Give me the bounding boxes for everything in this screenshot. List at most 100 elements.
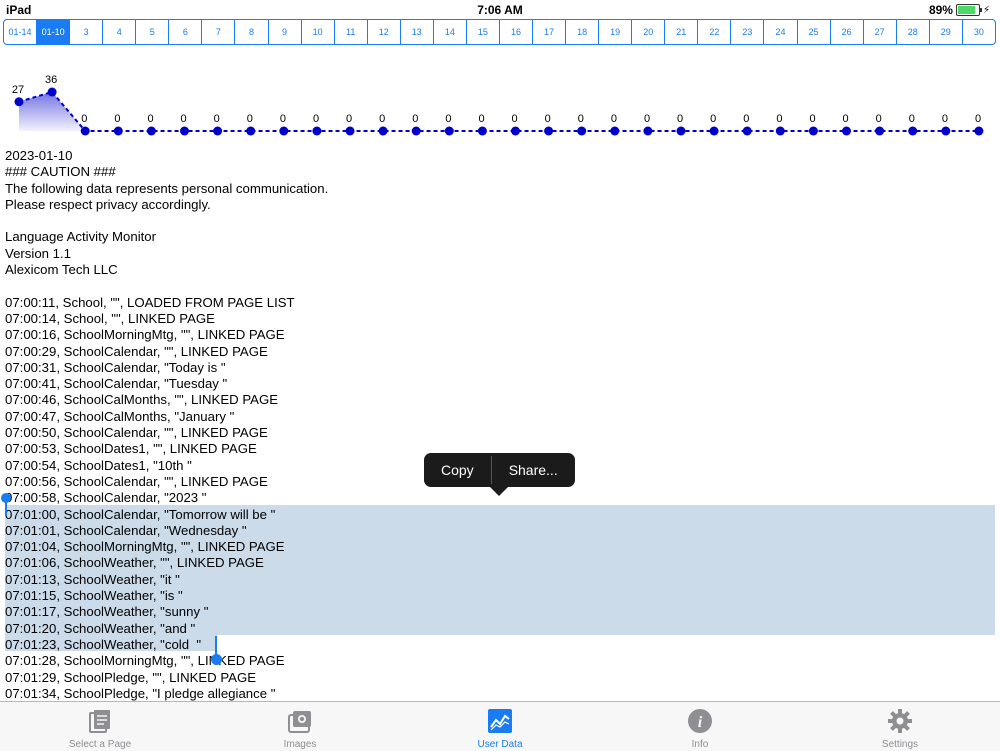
date-tab[interactable]: 17 bbox=[533, 20, 567, 44]
chart-point[interactable] bbox=[345, 126, 355, 136]
date-tab[interactable]: 25 bbox=[798, 20, 831, 44]
date-tab[interactable]: 14 bbox=[434, 20, 467, 44]
chart-area-fill bbox=[19, 92, 979, 131]
date-tab[interactable]: 23 bbox=[731, 20, 765, 44]
date-tab[interactable]: 8 bbox=[235, 20, 269, 44]
date-tab[interactable]: 3 bbox=[70, 20, 104, 44]
tab-images[interactable]: Images bbox=[200, 702, 400, 751]
chart-point[interactable] bbox=[775, 126, 785, 136]
date-tab[interactable]: 15 bbox=[467, 20, 500, 44]
date-tab[interactable]: 12 bbox=[368, 20, 401, 44]
tab-label: Info bbox=[691, 739, 709, 750]
date-tab[interactable]: 24 bbox=[764, 20, 798, 44]
battery-percent: 89% bbox=[928, 3, 953, 17]
selection-end-handle[interactable] bbox=[211, 654, 222, 665]
date-tab[interactable]: 11 bbox=[335, 20, 368, 44]
selection-start-handle[interactable] bbox=[1, 493, 11, 503]
activity-log[interactable]: 2023-01-10 ### CAUTION ### The following d… bbox=[5, 148, 995, 702]
log-line: 07:01:20, SchoolWeather, "and " bbox=[5, 620, 196, 636]
chart-point[interactable] bbox=[378, 126, 388, 136]
date-tab[interactable]: 20 bbox=[632, 20, 666, 44]
chart-point[interactable] bbox=[610, 126, 620, 136]
log-line: 07:00:47, SchoolCalMonths, "January " bbox=[5, 408, 235, 424]
battery-icon bbox=[955, 4, 982, 16]
date-tab[interactable]: 01-10 bbox=[37, 20, 71, 44]
chart-point[interactable] bbox=[742, 126, 752, 136]
date-tab[interactable]: 22 bbox=[698, 20, 732, 44]
chart-point[interactable] bbox=[80, 126, 90, 136]
chart-point[interactable] bbox=[312, 126, 322, 136]
chart-data-label: 0 bbox=[247, 113, 253, 125]
log-line: 07:01:34, SchoolPledge, "I pledge allegi… bbox=[5, 685, 276, 701]
date-tab[interactable]: 7 bbox=[202, 20, 236, 44]
date-tab[interactable]: 01-14 bbox=[4, 20, 38, 44]
chart-data-label: 0 bbox=[644, 113, 650, 125]
tab-info[interactable]: i Info bbox=[600, 702, 800, 751]
log-line: 07:01:01, SchoolCalendar, "Wednesday " bbox=[5, 522, 247, 538]
date-tab[interactable]: 26 bbox=[831, 20, 864, 44]
chart-point[interactable] bbox=[180, 126, 189, 136]
date-tab[interactable]: 10 bbox=[302, 20, 335, 44]
tab-label: Images bbox=[283, 739, 317, 750]
chart-data-label: 0 bbox=[346, 113, 352, 125]
chart-point[interactable] bbox=[941, 126, 951, 136]
tab-select-a-page[interactable]: Select a Page bbox=[0, 702, 200, 751]
date-tab[interactable]: 4 bbox=[103, 20, 137, 44]
log-line: 2023-01-10 bbox=[5, 148, 73, 163]
chart-point[interactable] bbox=[213, 126, 223, 136]
chart-data-label: 0 bbox=[843, 113, 849, 125]
chart-point[interactable] bbox=[875, 126, 885, 136]
chart-point[interactable] bbox=[577, 126, 587, 136]
chart-point[interactable] bbox=[246, 126, 256, 136]
log-line: 07:00:50, SchoolCalendar, "", LINKED PAG… bbox=[5, 425, 268, 441]
chart-point[interactable] bbox=[842, 126, 851, 136]
date-tab[interactable]: 27 bbox=[864, 20, 897, 44]
date-tab[interactable]: 13 bbox=[401, 20, 434, 44]
chart-icon bbox=[486, 707, 514, 735]
log-line: 07:00:41, SchoolCalendar, "Tuesday " bbox=[5, 376, 228, 392]
log-line: The following data represents personal c… bbox=[5, 180, 329, 196]
date-tab[interactable]: 16 bbox=[500, 20, 533, 44]
pages-icon bbox=[86, 707, 114, 735]
log-line: 07:00:31, SchoolCalendar, "Today is " bbox=[5, 359, 226, 375]
date-tab[interactable]: 18 bbox=[566, 20, 600, 44]
log-line: 07:00:14, School, "", LINKED PAGE bbox=[5, 310, 215, 326]
chart-point[interactable] bbox=[477, 126, 487, 136]
date-tab[interactable]: 21 bbox=[665, 20, 699, 44]
chart-point[interactable] bbox=[14, 97, 24, 107]
chart-data-label: 0 bbox=[611, 113, 617, 125]
chart-point[interactable] bbox=[676, 126, 686, 136]
chart-data-label: 0 bbox=[313, 113, 319, 125]
selection-end-bar bbox=[215, 636, 217, 656]
chart-point[interactable] bbox=[643, 126, 653, 136]
date-tab[interactable]: 6 bbox=[169, 20, 203, 44]
copy-button[interactable]: Copy bbox=[424, 453, 491, 487]
tab-label: User Data bbox=[477, 739, 523, 750]
chart-point[interactable] bbox=[146, 126, 156, 136]
date-tab[interactable]: 19 bbox=[599, 20, 633, 44]
chart-point[interactable] bbox=[908, 126, 918, 136]
chart-point[interactable] bbox=[411, 126, 421, 136]
tab-user-data[interactable]: User Data bbox=[400, 702, 600, 751]
chart-data-label: 0 bbox=[776, 113, 782, 125]
log-line: 07:01:17, SchoolWeather, "sunny " bbox=[5, 604, 209, 620]
chart-point[interactable] bbox=[444, 126, 454, 136]
date-tab[interactable]: 30 bbox=[963, 20, 995, 44]
log-line: 07:01:28, SchoolMorningMtg, "", LINKED P… bbox=[5, 653, 285, 669]
date-tab[interactable]: 5 bbox=[136, 20, 170, 44]
date-tab[interactable]: 29 bbox=[930, 20, 963, 44]
chart-point[interactable] bbox=[808, 126, 818, 136]
tab-settings[interactable]: Settings bbox=[800, 702, 1000, 751]
chart-data-label: 0 bbox=[909, 113, 915, 125]
date-tab[interactable]: 28 bbox=[897, 20, 930, 44]
chart-point[interactable] bbox=[511, 126, 520, 136]
chart-point[interactable] bbox=[709, 126, 719, 136]
chart-point[interactable] bbox=[113, 126, 123, 136]
chart-point[interactable] bbox=[544, 126, 554, 136]
chart-data-label: 0 bbox=[677, 113, 683, 125]
date-tab[interactable]: 9 bbox=[269, 20, 302, 44]
chart-point[interactable] bbox=[279, 126, 289, 136]
chart-point[interactable] bbox=[47, 87, 57, 97]
chart-point[interactable] bbox=[974, 126, 984, 136]
share-button[interactable]: Share... bbox=[492, 453, 575, 487]
